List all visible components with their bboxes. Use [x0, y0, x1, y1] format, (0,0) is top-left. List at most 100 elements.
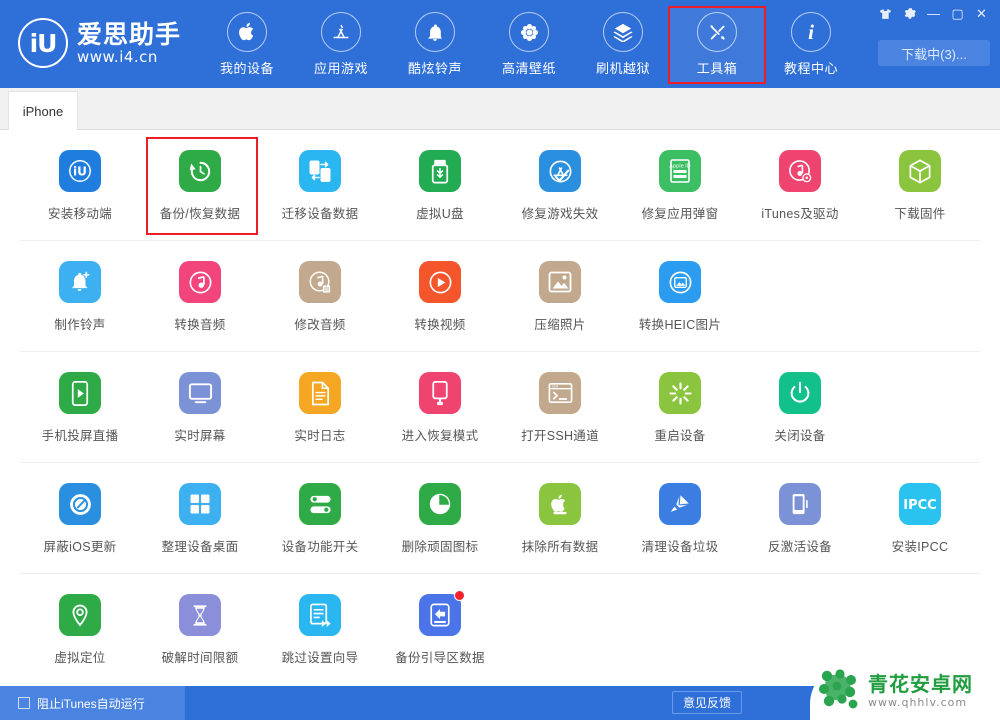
nav-item-toolbox[interactable]: 工具箱 [668, 6, 766, 84]
tool-skip-setup-wizard[interactable]: 跳过设置向导 [260, 574, 380, 684]
toolbox-row: iU 安装移动端 备份/恢复数据 迁移设备数据 虚拟U盘 修复游戏失效 Appl… [20, 130, 980, 241]
block-itunes-label: 阻止iTunes自动运行 [37, 696, 145, 711]
tool-fix-game[interactable]: 修复游戏失效 [500, 130, 620, 240]
tool-label: 删除顽固图标 [401, 540, 479, 554]
tool-remove-stubborn-icon[interactable]: 删除顽固图标 [380, 463, 500, 573]
photo-compress-icon [539, 261, 581, 303]
tool-label: 虚拟U盘 [416, 207, 464, 221]
nav-label: 教程中心 [783, 61, 838, 76]
nav-label: 高清壁纸 [501, 61, 556, 76]
brand-url: www.i4.cn [77, 47, 158, 66]
notification-badge [454, 590, 465, 601]
tool-backup-restore[interactable]: 备份/恢复数据 [140, 130, 260, 240]
tool-virtual-usb[interactable]: 虚拟U盘 [380, 130, 500, 240]
skin-icon[interactable] [875, 4, 896, 23]
block-itunes-toggle[interactable]: 阻止iTunes自动运行 [0, 686, 185, 720]
brand-logo[interactable]: iU 爱思助手 www.i4.cn [18, 18, 181, 68]
tool-convert-audio[interactable]: 转换音频 [140, 241, 260, 351]
virtual-location-icon [59, 594, 101, 636]
apple-icon [227, 12, 267, 52]
backup-restore-icon [179, 150, 221, 192]
tool-compress-photo[interactable]: 压缩照片 [500, 241, 620, 351]
realtime-screen-icon [179, 372, 221, 414]
tool-shutdown-device[interactable]: 关闭设备 [740, 352, 860, 462]
tool-fix-app-popup[interactable]: Apple ID 修复应用弹窗 [620, 130, 740, 240]
settings-gear-icon[interactable] [899, 4, 920, 23]
download-status-button[interactable]: 下载中(3)... [878, 40, 990, 66]
screen-cast-icon [59, 372, 101, 414]
nav-item-tutorials[interactable]: i 教程中心 [764, 8, 858, 82]
tool-install-ipcc[interactable]: IPCC 安装IPCC [860, 463, 980, 573]
tool-realtime-screen[interactable]: 实时屏幕 [140, 352, 260, 462]
minimize-icon[interactable]: — [923, 4, 944, 23]
feedback-button[interactable]: 意见反馈 [671, 691, 742, 714]
clean-junk-icon [659, 483, 701, 525]
realtime-log-icon [299, 372, 341, 414]
tool-label: 重启设备 [654, 429, 706, 443]
nav-item-apps-games[interactable]: 应用游戏 [294, 8, 388, 82]
tool-label: 破解时间限额 [161, 651, 239, 665]
tool-deactivate-device[interactable]: 反激活设备 [740, 463, 860, 573]
arrange-desktop-icon [179, 483, 221, 525]
tool-label: 安装移动端 [47, 207, 112, 221]
tool-open-ssh[interactable]: SSH 打开SSH通道 [500, 352, 620, 462]
svg-text:Apple ID: Apple ID [669, 164, 690, 170]
tab-iphone[interactable]: iPhone [8, 91, 78, 130]
tool-install-mobile[interactable]: iU 安装移动端 [20, 130, 140, 240]
nav-item-ringtones[interactable]: 酷炫铃声 [388, 8, 482, 82]
nav-item-my-device[interactable]: 我的设备 [200, 8, 294, 82]
tool-label: 关闭设备 [774, 429, 826, 443]
device-tabstrip: iPhone [0, 88, 1000, 130]
tool-recovery-mode[interactable]: 进入恢复模式 [380, 352, 500, 462]
tool-reboot-device[interactable]: 重启设备 [620, 352, 740, 462]
tool-itunes-driver[interactable]: iTunes及驱动 [740, 130, 860, 240]
tool-label: 打开SSH通道 [521, 429, 599, 443]
tool-edit-audio[interactable]: 自 修改音频 [260, 241, 380, 351]
nav-item-wallpapers[interactable]: 高清壁纸 [482, 8, 576, 82]
tool-convert-video[interactable]: 转换视频 [380, 241, 500, 351]
close-icon[interactable]: ✕ [971, 4, 992, 23]
tool-label: 设备功能开关 [281, 540, 359, 554]
tool-clean-junk[interactable]: 清理设备垃圾 [620, 463, 740, 573]
tool-label: 屏蔽iOS更新 [43, 540, 117, 554]
tool-virtual-location[interactable]: 虚拟定位 [20, 574, 140, 684]
tool-label: 备份引导区数据 [395, 651, 485, 665]
svg-text:自: 自 [323, 284, 329, 292]
tool-label: 转换HEIC图片 [638, 318, 722, 332]
tool-time-limit-crack[interactable]: 破解时间限额 [140, 574, 260, 684]
tool-label: 手机投屏直播 [41, 429, 119, 443]
ringtone-make-icon [59, 261, 101, 303]
maximize-icon[interactable]: ▢ [947, 4, 968, 23]
nav-item-flash-jailbreak[interactable]: 刷机越狱 [576, 8, 670, 82]
tool-convert-heic[interactable]: 转换HEIC图片 [620, 241, 740, 351]
ipcc-install-icon: IPCC [899, 483, 941, 525]
tool-download-firmware[interactable]: 下载固件 [860, 130, 980, 240]
tool-arrange-desktop[interactable]: 整理设备桌面 [140, 463, 260, 573]
tool-make-ringtone[interactable]: 制作铃声 [20, 241, 140, 351]
shutdown-icon [779, 372, 821, 414]
tool-label: 转换视频 [414, 318, 466, 332]
tool-screen-cast[interactable]: 手机投屏直播 [20, 352, 140, 462]
appstore-icon [321, 12, 361, 52]
remove-icon-icon [419, 483, 461, 525]
audio-edit-icon: 自 [299, 261, 341, 303]
tool-erase-all-data[interactable]: 抹除所有数据 [500, 463, 620, 573]
time-limit-icon [179, 594, 221, 636]
watermark-text: 青花安卓网 www.qhhlv.com [868, 674, 973, 710]
feature-toggle-icon [299, 483, 341, 525]
tool-realtime-log[interactable]: 实时日志 [260, 352, 380, 462]
block-update-icon [59, 483, 101, 525]
tool-label: 修复游戏失效 [521, 207, 599, 221]
tool-block-ios-update[interactable]: 屏蔽iOS更新 [20, 463, 140, 573]
bell-icon [415, 12, 455, 52]
info-icon: i [791, 12, 831, 52]
svg-text:IPCC: IPCC [903, 498, 936, 513]
tool-feature-toggle[interactable]: 设备功能开关 [260, 463, 380, 573]
flower-icon [509, 12, 549, 52]
block-itunes-checkbox[interactable] [18, 697, 30, 709]
tool-label: 修改音频 [294, 318, 346, 332]
brand-mark-icon: iU [18, 18, 68, 68]
tool-migrate-device[interactable]: 迁移设备数据 [260, 130, 380, 240]
migrate-device-icon [299, 150, 341, 192]
tool-boot-backup[interactable]: 备份引导区数据 [380, 574, 500, 684]
